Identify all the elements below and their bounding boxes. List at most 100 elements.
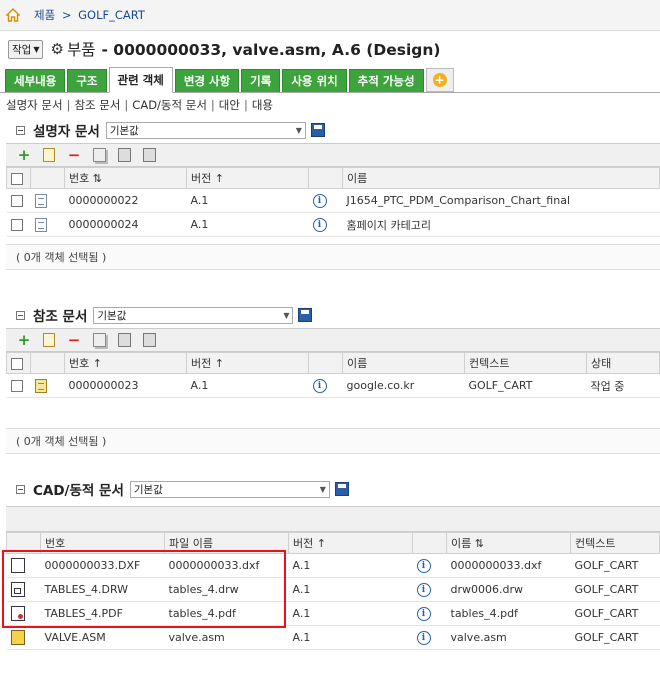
column-header-context[interactable]: 컨텍스트	[570, 532, 660, 554]
column-header-context[interactable]: 컨텍스트	[464, 352, 587, 374]
doc-number-link[interactable]: 0000000024	[64, 212, 187, 237]
add-icon[interactable]: +	[16, 147, 32, 162]
column-header-number[interactable]: 번호	[40, 532, 165, 554]
info-icon[interactable]: i	[312, 379, 327, 393]
column-header-number[interactable]: 번호 ⇅	[64, 167, 187, 189]
doc-number-link[interactable]: 0000000022	[64, 188, 187, 213]
breadcrumb-golf-cart[interactable]: GOLF_CART	[78, 8, 145, 22]
paste-icon[interactable]	[116, 333, 132, 347]
tab-structure[interactable]: 구조	[67, 69, 107, 92]
info-icon[interactable]: i	[416, 559, 431, 573]
cad-file-link[interactable]: tables_4.drw	[164, 577, 289, 602]
cad-name: drw0006.drw	[446, 577, 571, 602]
column-header-version[interactable]: 버전 ↑	[288, 532, 413, 554]
info-icon[interactable]: i	[312, 218, 327, 232]
table-row[interactable]: VALVE.ASM valve.asm A.1 i valve.asm GOLF…	[6, 625, 660, 650]
column-header-name[interactable]: 이름	[342, 167, 660, 189]
doc-number-link[interactable]: 0000000023	[64, 373, 187, 398]
tab-changes[interactable]: 변경 사항	[174, 69, 240, 92]
column-header-version[interactable]: 버전 ↑	[186, 167, 309, 189]
add-tab-button[interactable]: +	[425, 68, 454, 92]
cad-context-link[interactable]: GOLF_CART	[570, 553, 660, 578]
copy-icon[interactable]	[91, 333, 107, 347]
checkbox[interactable]	[10, 195, 23, 207]
table-row[interactable]: 0000000022 A.1 i J1654_PTC_PDM_Compariso…	[6, 188, 660, 213]
home-icon[interactable]	[6, 8, 20, 22]
checkbox[interactable]	[10, 380, 23, 392]
cad-version: A.1	[288, 577, 413, 602]
doc-context-link[interactable]: GOLF_CART	[464, 373, 587, 398]
column-header-state[interactable]: 상태	[586, 352, 660, 374]
select-all-header[interactable]	[6, 352, 31, 374]
tab-related-objects[interactable]: 관련 객체	[108, 67, 173, 93]
tab-where-used[interactable]: 사용 위치	[282, 69, 347, 92]
cad-file-link[interactable]: 0000000033.dxf	[164, 553, 289, 578]
link-separator: |	[243, 98, 248, 112]
checkbox[interactable]	[11, 172, 23, 185]
cad-number-link[interactable]: 0000000033.DXF	[40, 553, 165, 578]
link-separator: |	[124, 98, 129, 112]
cad-context-link[interactable]: GOLF_CART	[570, 625, 660, 650]
collapse-icon[interactable]	[16, 310, 25, 320]
cad-number-link[interactable]: VALVE.ASM	[40, 625, 165, 650]
table-row[interactable]: TABLES_4.DRW tables_4.drw A.1 i drw0006.…	[6, 577, 660, 602]
cad-context-link[interactable]: GOLF_CART	[570, 601, 660, 626]
cad-context-link[interactable]: GOLF_CART	[570, 577, 660, 602]
view-select[interactable]: 기본값 ▼	[129, 480, 330, 498]
cad-file-link[interactable]: tables_4.pdf	[164, 601, 289, 626]
view-select[interactable]: 기본값 ▼	[105, 121, 306, 139]
link-cad-docs[interactable]: CAD/동적 문서	[132, 97, 207, 113]
cad-name: tables_4.pdf	[446, 601, 571, 626]
link-substitutes[interactable]: 대용	[252, 97, 273, 113]
collapse-icon[interactable]	[16, 125, 25, 135]
info-icon[interactable]: i	[312, 194, 327, 208]
select-all-header[interactable]	[6, 167, 31, 189]
column-header-number[interactable]: 번호 ↑	[64, 352, 187, 374]
paste-special-icon[interactable]	[141, 333, 157, 347]
table-row[interactable]: TABLES_4.PDF tables_4.pdf A.1 i tables_4…	[6, 601, 660, 626]
chevron-down-icon: ▼	[319, 484, 326, 494]
column-header-version[interactable]: 버전 ↑	[186, 352, 309, 374]
table-row[interactable]: 0000000024 A.1 i 홈페이지 카테고리	[6, 212, 660, 237]
copy-icon[interactable]	[91, 148, 107, 162]
tab-traceability[interactable]: 추적 가능성	[348, 69, 424, 92]
new-document-icon[interactable]	[41, 148, 57, 162]
link-reference-docs[interactable]: 참조 문서	[74, 97, 120, 113]
collapse-icon[interactable]	[16, 484, 25, 494]
object-type-label: 부품	[66, 41, 96, 59]
link-alternates[interactable]: 대안	[219, 97, 240, 113]
cad-version: A.1	[288, 625, 413, 650]
gear-icon: ⚙	[50, 39, 64, 58]
paste-icon[interactable]	[116, 148, 132, 162]
view-select[interactable]: 기본값 ▼	[93, 306, 294, 324]
chevron-down-icon: ▼	[283, 310, 290, 320]
info-icon[interactable]: i	[416, 631, 431, 645]
column-header-name[interactable]: 이름	[342, 352, 465, 374]
column-header-name[interactable]: 이름 ⇅	[446, 532, 571, 554]
table-row[interactable]: 0000000023 A.1 i google.co.kr GOLF_CART …	[6, 373, 660, 398]
action-menu-button[interactable]: 작업 ▼	[8, 39, 44, 59]
add-icon[interactable]: +	[16, 332, 32, 347]
new-document-icon[interactable]	[41, 333, 57, 347]
breadcrumb-product[interactable]: 제품	[34, 8, 55, 22]
save-icon[interactable]	[310, 123, 325, 137]
info-icon[interactable]: i	[416, 607, 431, 621]
tab-history[interactable]: 기록	[241, 69, 281, 92]
save-icon[interactable]	[334, 482, 349, 496]
link-describing-docs[interactable]: 설명자 문서	[6, 97, 63, 113]
info-icon[interactable]: i	[416, 583, 431, 597]
table-row[interactable]: 0000000033.DXF 0000000033.dxf A.1 i 0000…	[6, 553, 660, 578]
remove-icon[interactable]: −	[66, 147, 82, 162]
remove-icon[interactable]: −	[66, 332, 82, 347]
describing-docs-header: 설명자 문서 기본값 ▼	[0, 117, 660, 143]
cad-number-link[interactable]: TABLES_4.PDF	[40, 601, 165, 626]
tab-details[interactable]: 세부내용	[5, 69, 66, 92]
document-icon	[34, 378, 47, 393]
cad-number-link[interactable]: TABLES_4.DRW	[40, 577, 165, 602]
column-header-file-name[interactable]: 파일 이름	[164, 532, 289, 554]
cad-file-link[interactable]: valve.asm	[164, 625, 289, 650]
checkbox[interactable]	[11, 357, 23, 370]
save-icon[interactable]	[298, 308, 313, 322]
paste-special-icon[interactable]	[141, 148, 157, 162]
checkbox[interactable]	[10, 219, 23, 231]
